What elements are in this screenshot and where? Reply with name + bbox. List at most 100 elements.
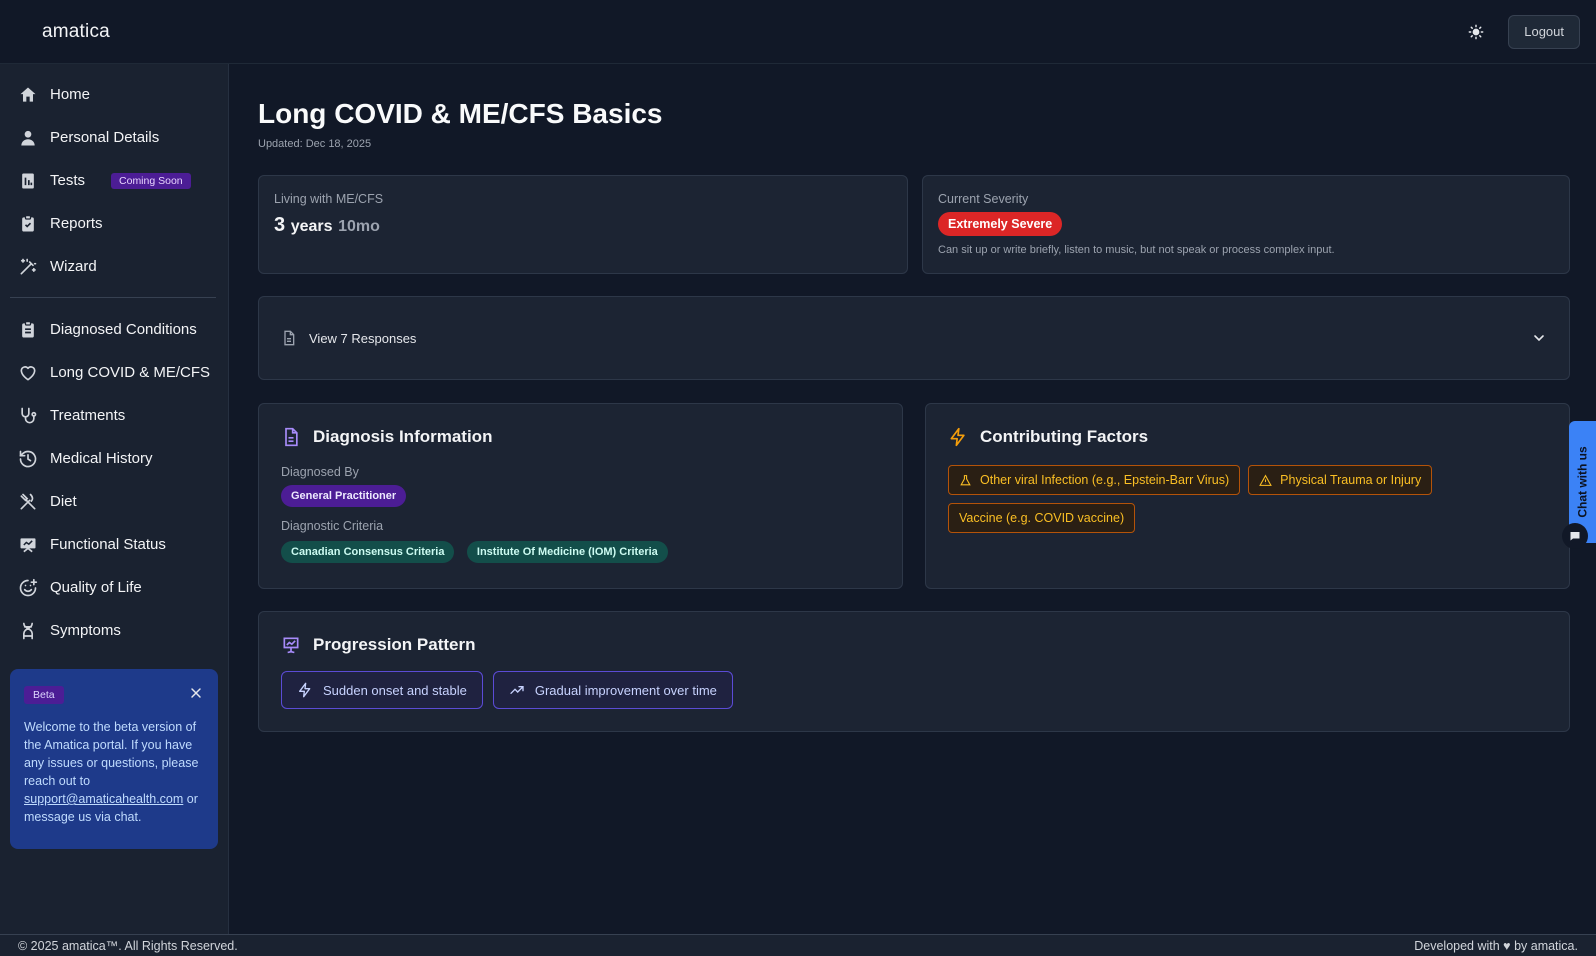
diagnosed-by-row: General Practitioner	[281, 485, 880, 507]
living-duration-value: 3 years 10mo	[274, 214, 892, 237]
beta-notice: Beta Welcome to the beta version of the …	[10, 669, 218, 849]
chat-bubble-button[interactable]	[1562, 523, 1588, 549]
factors-title: Contributing Factors	[980, 427, 1149, 446]
beta-message: Welcome to the beta version of the Amati…	[24, 718, 204, 826]
diagnosis-title: Diagnosis Information	[313, 427, 493, 446]
warning-icon	[1259, 474, 1273, 486]
progression-title: Progression Pattern	[313, 635, 476, 654]
user-icon	[21, 130, 35, 145]
responses-toggle[interactable]: View 7 Responses	[259, 297, 1569, 379]
sidebar-item-home[interactable]: Home	[0, 73, 228, 116]
years-number: 3	[274, 214, 286, 236]
document-icon	[284, 330, 295, 346]
diagnosed-by-chip: General Practitioner	[281, 485, 407, 507]
progression-heading: Progression Pattern	[281, 635, 1547, 655]
history-icon	[19, 450, 37, 467]
diagnosis-heading: Diagnosis Information	[281, 427, 880, 447]
pattern-chip: Sudden onset and stable	[281, 671, 483, 709]
diagnosed-by-label: Diagnosed By	[281, 465, 359, 479]
close-icon[interactable]	[188, 685, 204, 701]
sidebar-item-diet[interactable]: Diet	[0, 480, 228, 523]
sidebar-item-label: Wizard	[50, 258, 97, 275]
diagnosis-card: Diagnosis Information Diagnosed By Gener…	[258, 403, 903, 589]
sidebar-item-symptoms[interactable]: Symptoms	[0, 609, 228, 652]
beta-message-text: Welcome to the beta version of the Amati…	[24, 720, 199, 788]
sidebar-item-personal-details[interactable]: Personal Details	[0, 116, 228, 159]
coming-soon-badge: Coming Soon	[111, 172, 191, 189]
severity-label: Current Severity	[938, 192, 1029, 206]
footer: © 2025 amatica™. All Rights Reserved. De…	[0, 934, 1596, 956]
responses-accordion[interactable]: View 7 Responses	[258, 296, 1570, 380]
sidebar-item-label: Personal Details	[50, 129, 160, 146]
sidebar-item-diagnosed-conditions[interactable]: Diagnosed Conditions	[0, 308, 228, 351]
progression-card: Progression Pattern Sudden onset and sta…	[258, 611, 1570, 732]
criteria-label: Diagnostic Criteria	[281, 519, 384, 533]
severity-badge: Extremely Severe	[938, 212, 1063, 236]
beta-tag: Beta	[24, 686, 64, 704]
severity-card: Current Severity Extremely Severe Can si…	[922, 175, 1570, 274]
criteria-chip: Institute Of Medicine (IOM) Criteria	[466, 541, 668, 563]
main-content: Long COVID & ME/CFS Basics Updated: Dec …	[258, 64, 1570, 732]
sidebar-item-label: Treatments	[50, 407, 126, 424]
sidebar-item-label: Medical History	[50, 450, 153, 467]
chat-tab-label: Chat with us	[1575, 446, 1590, 518]
factor-label: Other viral Infection (e.g., Epstein-Bar…	[980, 473, 1230, 487]
zap-icon	[950, 427, 965, 447]
chevron-down-icon[interactable]	[1531, 330, 1547, 346]
utensils-icon	[20, 493, 36, 509]
factor-chip: Physical Trauma or Injury	[1248, 465, 1433, 495]
updated-date: Updated: Dec 18, 2025	[258, 138, 372, 150]
severity-description: Can sit up or write briefly, listen to m…	[938, 244, 1335, 256]
home-icon	[20, 87, 36, 102]
dna-icon	[23, 622, 34, 639]
flask-icon	[960, 474, 971, 485]
sidebar-item-tests[interactable]: Tests Coming Soon	[0, 159, 228, 202]
sun-icon	[1468, 24, 1484, 39]
sidebar-divider	[10, 297, 216, 298]
brand-logo[interactable]: amatica	[42, 21, 110, 43]
factor-chip: Other viral Infection (e.g., Epstein-Bar…	[948, 465, 1241, 495]
sidebar-item-label: Diagnosed Conditions	[50, 321, 197, 338]
top-actions: Logout	[1462, 14, 1580, 49]
clipboard-list-icon	[22, 320, 34, 337]
progression-list: Sudden onset and stable Gradual improvem…	[281, 671, 1547, 709]
responses-label: View 7 Responses	[309, 330, 417, 346]
sidebar-item-label: Long COVID & ME/CFS	[50, 364, 211, 381]
page-title: Long COVID & ME/CFS Basics	[258, 98, 663, 129]
pattern-chip: Gradual improvement over time	[492, 671, 733, 709]
responses-header: View 7 Responses	[281, 330, 416, 346]
sidebar-item-label: Tests	[50, 172, 86, 189]
file-text-icon	[285, 427, 298, 447]
test-icon	[22, 173, 34, 188]
sidebar-item-functional-status[interactable]: Functional Status	[0, 523, 228, 566]
smile-plus-icon	[19, 578, 38, 596]
sidebar-item-label: Functional Status	[50, 536, 166, 553]
copyright-text: © 2025 amatica™. All Rights Reserved.	[18, 938, 238, 953]
trending-up-icon	[510, 686, 524, 694]
living-duration-card: Living with ME/CFS 3 years 10mo	[258, 175, 908, 274]
factor-chip: Vaccine (e.g. COVID vaccine)	[948, 503, 1136, 533]
heart-icon	[20, 365, 36, 380]
factor-label: Vaccine (e.g. COVID vaccine)	[959, 511, 1125, 525]
clipboard-check-icon	[22, 214, 34, 231]
sidebar-item-treatments[interactable]: Treatments	[0, 394, 228, 437]
contributing-factors-card: Contributing Factors Other viral Infecti…	[925, 403, 1570, 589]
sidebar-item-reports[interactable]: Reports	[0, 202, 228, 245]
support-email-link[interactable]: support@amaticahealth.com	[24, 792, 183, 806]
years-unit: years	[290, 218, 333, 235]
sidebar-item-label: Home	[50, 86, 91, 103]
sidebar-item-quality-of-life[interactable]: Quality of Life	[0, 566, 228, 609]
factor-label: Physical Trauma or Injury	[1280, 473, 1422, 487]
pattern-label: Gradual improvement over time	[534, 682, 717, 698]
stethoscope-icon	[21, 407, 37, 423]
sidebar-item-label: Reports	[50, 215, 103, 232]
developed-by-text: Developed with ♥ by amatica.	[1414, 938, 1578, 953]
sidebar-item-medical-history[interactable]: Medical History	[0, 437, 228, 480]
months-value: 10mo	[338, 218, 380, 235]
sidebar-item-label: Diet	[50, 493, 77, 510]
top-bar: amatica Logout	[0, 0, 1596, 64]
logout-button[interactable]: Logout	[1508, 14, 1580, 49]
sidebar-item-long-covid[interactable]: Long COVID & ME/CFS	[0, 351, 228, 394]
theme-toggle-button[interactable]	[1462, 18, 1490, 46]
sidebar-item-wizard[interactable]: Wizard	[0, 245, 228, 288]
